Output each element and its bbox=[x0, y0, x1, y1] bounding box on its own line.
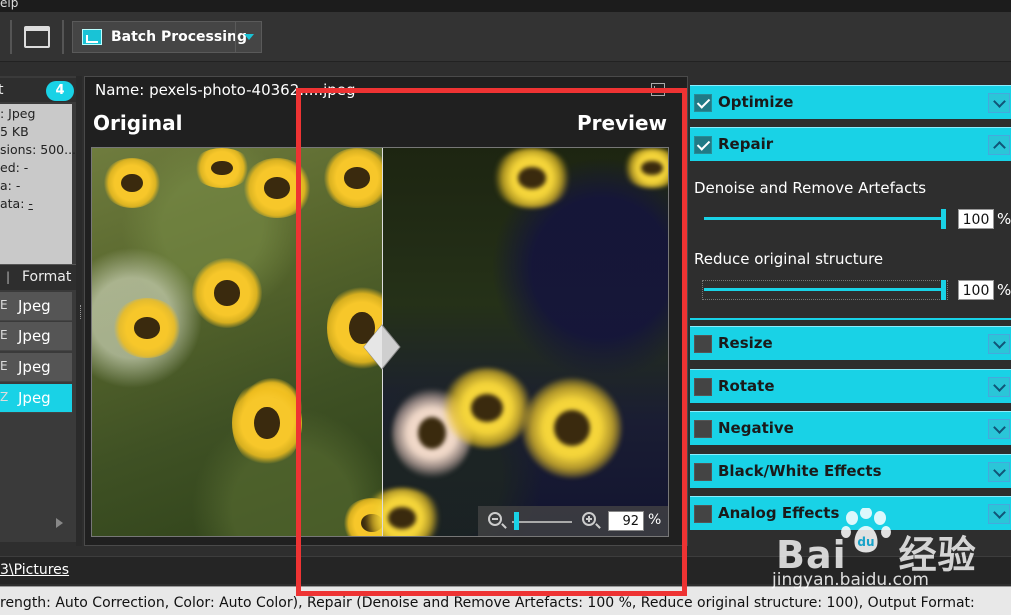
file-info-data: a: - bbox=[0, 178, 21, 193]
file-info-box: : Jpeg 5 KB sions: 500... ed: - a: - ata… bbox=[0, 104, 76, 264]
section-label: Optimize bbox=[718, 93, 794, 111]
structure-slider[interactable] bbox=[704, 288, 944, 291]
row-marker-icon: E bbox=[0, 359, 8, 373]
window-icon[interactable] bbox=[24, 26, 50, 48]
flower bbox=[102, 158, 162, 208]
file-row[interactable]: E Jpeg bbox=[0, 353, 72, 382]
rotate-checkbox[interactable] bbox=[694, 378, 712, 396]
toolbar: Batch Processing bbox=[0, 12, 1011, 62]
structure-unit: % bbox=[997, 281, 1011, 299]
structure-label: Reduce original structure bbox=[694, 250, 884, 268]
file-row-format: Jpeg bbox=[18, 327, 51, 345]
file-info-metadata-link[interactable]: - bbox=[28, 196, 33, 211]
row-marker-icon: E bbox=[0, 328, 8, 342]
batch-processing-label: Batch Processing bbox=[111, 29, 247, 45]
section-black-white[interactable]: Black/White Effects bbox=[690, 454, 1011, 488]
denoise-slider-thumb[interactable] bbox=[941, 209, 946, 229]
original-label: Original bbox=[93, 111, 183, 135]
structure-slider-thumb[interactable] bbox=[941, 280, 946, 300]
scroll-right-arrow-icon[interactable] bbox=[56, 518, 63, 528]
file-row-format: Jpeg bbox=[18, 389, 51, 407]
file-info-metadata-label: ata: bbox=[0, 196, 29, 211]
file-row-format: Jpeg bbox=[18, 358, 51, 376]
flower bbox=[232, 378, 302, 468]
denoise-label: Denoise and Remove Artefacts bbox=[694, 179, 927, 197]
section-optimize[interactable]: Optimize bbox=[690, 85, 1011, 119]
file-row-selected[interactable]: Z Jpeg bbox=[0, 384, 72, 413]
optimize-checkbox[interactable] bbox=[694, 94, 712, 112]
menu-bar: elp bbox=[0, 0, 1011, 12]
file-row[interactable]: E Jpeg bbox=[0, 292, 72, 321]
baidu-watermark: du Bai 经验 jingyan.baidu.com bbox=[770, 506, 1005, 601]
resize-checkbox[interactable] bbox=[694, 335, 712, 353]
denoise-value-input[interactable]: 100 bbox=[958, 209, 994, 229]
batch-icon bbox=[82, 29, 102, 45]
file-info-type: : Jpeg bbox=[0, 106, 36, 121]
section-label: Negative bbox=[718, 419, 794, 437]
file-list-column-header: | Format bbox=[0, 264, 76, 290]
format-column-header[interactable]: Format bbox=[22, 269, 71, 285]
row-marker-icon: E bbox=[0, 298, 8, 312]
denoise-slider[interactable] bbox=[704, 217, 944, 220]
batch-processing-button[interactable]: Batch Processing bbox=[72, 21, 262, 53]
file-info-size: 5 KB bbox=[0, 124, 29, 139]
section-label: Black/White Effects bbox=[718, 462, 882, 480]
settings-panel: Optimize Repair Denoise and Remove Artef… bbox=[690, 80, 1011, 546]
negative-checkbox[interactable] bbox=[694, 420, 712, 438]
chevron-up-icon[interactable] bbox=[988, 135, 1010, 155]
chevron-down-icon[interactable] bbox=[988, 462, 1010, 482]
column-separator-icon: | bbox=[6, 270, 11, 284]
chevron-down-icon bbox=[243, 34, 254, 40]
analog-checkbox[interactable] bbox=[694, 505, 712, 523]
black-white-checkbox[interactable] bbox=[694, 463, 712, 481]
denoise-unit: % bbox=[997, 210, 1011, 228]
file-row[interactable]: E Jpeg bbox=[0, 322, 72, 351]
structure-value-input[interactable]: 100 bbox=[958, 280, 994, 300]
toolbar-separator bbox=[62, 20, 64, 54]
repair-checkbox[interactable] bbox=[694, 136, 712, 154]
file-count-badge: 4 bbox=[46, 81, 74, 101]
section-label: Resize bbox=[718, 334, 773, 352]
file-list-panel: t 4 : Jpeg 5 KB sions: 500... ed: - a: -… bbox=[0, 76, 76, 542]
section-label: Repair bbox=[718, 135, 774, 153]
chevron-down-icon[interactable] bbox=[988, 377, 1010, 397]
chevron-down-icon[interactable] bbox=[988, 334, 1010, 354]
file-list-header: t 4 bbox=[0, 78, 76, 102]
file-info-dimensions: sions: 500... bbox=[0, 142, 76, 157]
splitter-grip-icon[interactable] bbox=[80, 305, 82, 319]
watermark-url: jingyan.baidu.com bbox=[772, 570, 929, 590]
section-rotate[interactable]: Rotate bbox=[690, 369, 1011, 403]
output-path-link[interactable]: 3\Pictures bbox=[0, 562, 69, 578]
menu-help[interactable]: elp bbox=[0, 0, 18, 9]
section-divider bbox=[690, 318, 1011, 320]
file-row-format: Jpeg bbox=[18, 297, 51, 315]
row-marker-icon: Z bbox=[0, 390, 9, 404]
chevron-down-icon[interactable] bbox=[988, 419, 1010, 439]
section-label: Rotate bbox=[718, 377, 775, 395]
flower bbox=[112, 298, 182, 358]
section-repair[interactable]: Repair bbox=[690, 127, 1011, 161]
file-info-metadata: ata: - bbox=[0, 196, 33, 211]
annotation-highlight bbox=[296, 88, 687, 596]
file-info-date: ed: - bbox=[0, 160, 29, 175]
file-list-title: t bbox=[0, 82, 4, 98]
section-resize[interactable]: Resize bbox=[690, 326, 1011, 360]
batch-dropdown-button[interactable] bbox=[235, 22, 261, 52]
toolbar-separator bbox=[10, 20, 12, 54]
app-window: elp Batch Processing t 4 : Jpeg 5 KB sio… bbox=[0, 0, 1011, 615]
chevron-down-icon[interactable] bbox=[988, 93, 1010, 113]
section-negative[interactable]: Negative bbox=[690, 411, 1011, 445]
flower bbox=[192, 258, 262, 328]
